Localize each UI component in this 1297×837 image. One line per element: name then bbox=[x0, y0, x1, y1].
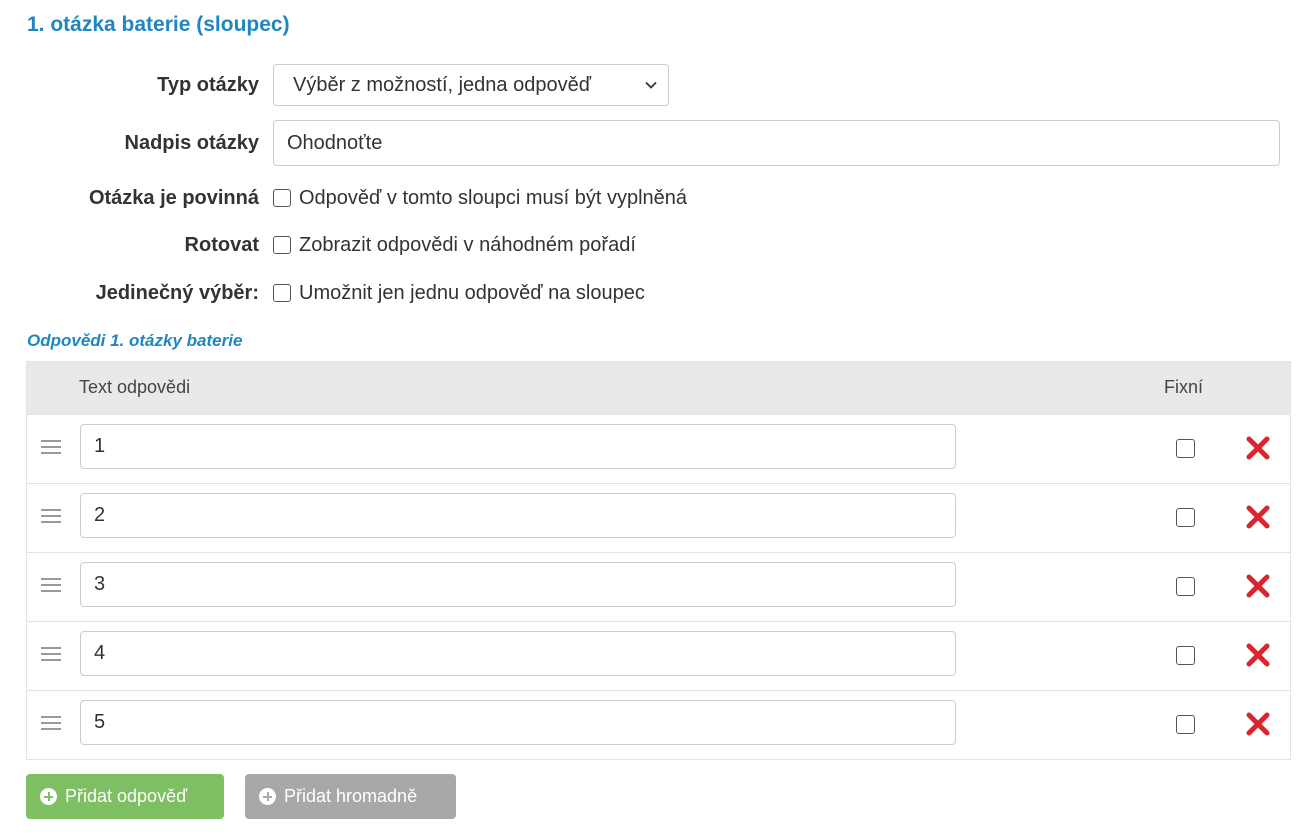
rotate-row: Rotovat Zobrazit odpovědi v náhodném poř… bbox=[0, 223, 1297, 267]
bulk-add-label: Přidat hromadně bbox=[284, 786, 418, 806]
question-title-row: Nadpis otázky Ohodnoťte bbox=[0, 120, 1297, 166]
answers-table: Text odpovědi Fixní 1 2 3 4 5 bbox=[26, 361, 1291, 760]
drag-handle-icon[interactable] bbox=[41, 647, 61, 663]
fixed-checkbox[interactable] bbox=[1176, 577, 1195, 596]
unique-label: Jedinečný výběr: bbox=[95, 281, 259, 304]
answer-text-input[interactable]: 4 bbox=[80, 631, 956, 676]
question-type-select[interactable]: Výběr z možností, jedna odpověď bbox=[273, 64, 669, 106]
answer-text-input[interactable]: 3 bbox=[80, 562, 956, 607]
table-row: 2 bbox=[27, 483, 1290, 552]
unique-row: Jedinečný výběr: Umožnit jen jednu odpov… bbox=[0, 271, 1297, 315]
answer-text-input[interactable]: 2 bbox=[80, 493, 956, 538]
answers-heading: Odpovědi 1. otázky baterie bbox=[27, 331, 243, 350]
drag-handle-icon[interactable] bbox=[41, 509, 61, 525]
delete-icon[interactable] bbox=[1245, 573, 1271, 599]
answers-table-header: Text odpovědi Fixní bbox=[27, 362, 1290, 414]
table-row: 5 bbox=[27, 690, 1290, 759]
unique-checkbox-text[interactable]: Umožnit jen jednu odpověď na sloupec bbox=[299, 282, 645, 305]
delete-icon[interactable] bbox=[1245, 711, 1271, 737]
required-row: Otázka je povinná Odpověď v tomto sloupc… bbox=[0, 176, 1297, 220]
table-row: 1 bbox=[27, 414, 1290, 483]
question-type-value: Výběr z možností, jedna odpověď bbox=[293, 73, 592, 96]
rotate-label: Rotovat bbox=[184, 233, 259, 256]
required-label: Otázka je povinná bbox=[88, 186, 259, 209]
column-header-text: Text odpovědi bbox=[79, 377, 191, 397]
answer-text-input[interactable]: 1 bbox=[80, 424, 956, 469]
required-checkbox-text[interactable]: Odpověď v tomto sloupci musí být vyplněn… bbox=[299, 187, 687, 210]
plus-circle-icon bbox=[259, 788, 276, 805]
table-row: 3 bbox=[27, 552, 1290, 621]
rotate-checkbox[interactable] bbox=[273, 236, 291, 254]
delete-icon[interactable] bbox=[1245, 504, 1271, 530]
fixed-checkbox[interactable] bbox=[1176, 439, 1195, 458]
chevron-down-icon bbox=[645, 81, 657, 89]
rotate-checkbox-text[interactable]: Zobrazit odpovědi v náhodném pořadí bbox=[299, 234, 636, 257]
fixed-checkbox[interactable] bbox=[1176, 715, 1195, 734]
drag-handle-icon[interactable] bbox=[41, 716, 61, 732]
answer-text-input[interactable]: 5 bbox=[80, 700, 956, 745]
fixed-checkbox[interactable] bbox=[1176, 508, 1195, 527]
question-type-row: Typ otázky Výběr z možností, jedna odpov… bbox=[0, 63, 1297, 107]
column-header-fixed: Fixní bbox=[1164, 377, 1204, 397]
table-row: 4 bbox=[27, 621, 1290, 690]
section-title: 1. otázka baterie (sloupec) bbox=[27, 13, 290, 36]
question-title-input[interactable]: Ohodnoťte bbox=[273, 120, 1280, 166]
delete-icon[interactable] bbox=[1245, 435, 1271, 461]
delete-icon[interactable] bbox=[1245, 642, 1271, 668]
required-checkbox[interactable] bbox=[273, 189, 291, 207]
plus-circle-icon bbox=[40, 788, 57, 805]
question-type-label: Typ otázky bbox=[157, 73, 259, 96]
fixed-checkbox[interactable] bbox=[1176, 646, 1195, 665]
unique-checkbox[interactable] bbox=[273, 284, 291, 302]
add-answer-label: Přidat odpověď bbox=[65, 786, 188, 806]
bulk-add-button[interactable]: Přidat hromadně bbox=[245, 774, 456, 819]
question-title-label: Nadpis otázky bbox=[124, 131, 259, 154]
add-answer-button[interactable]: Přidat odpověď bbox=[26, 774, 224, 819]
drag-handle-icon[interactable] bbox=[41, 440, 61, 456]
drag-handle-icon[interactable] bbox=[41, 578, 61, 594]
